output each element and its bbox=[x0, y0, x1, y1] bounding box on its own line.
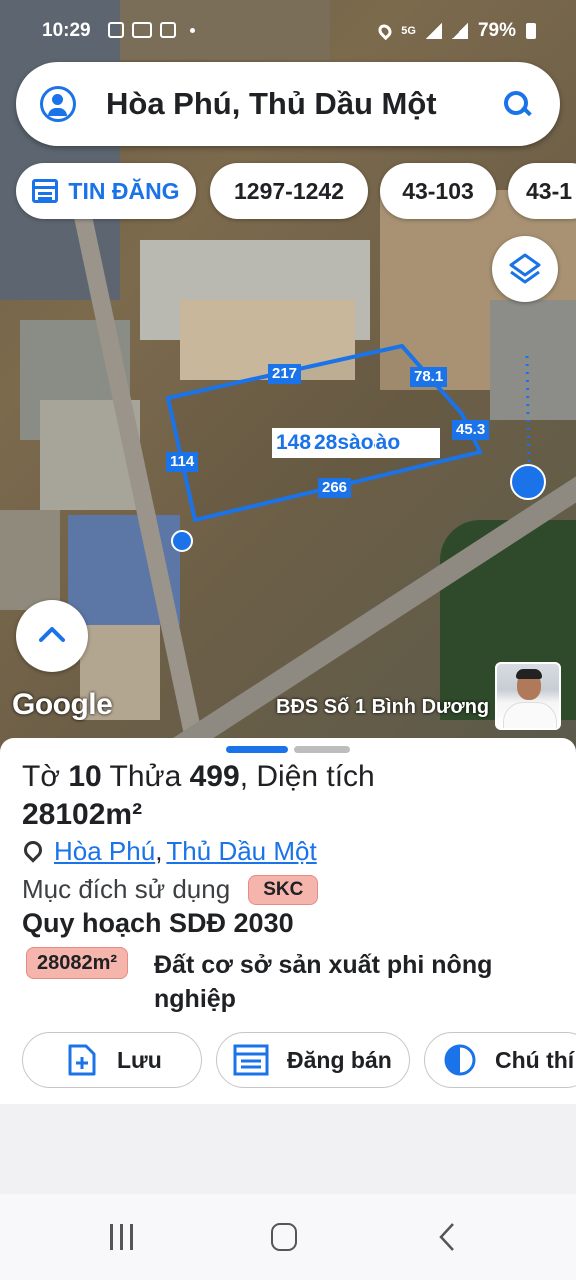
layers-button[interactable] bbox=[492, 236, 558, 302]
ward-link[interactable]: Hòa Phú bbox=[54, 836, 155, 867]
sheet-handle-inactive[interactable] bbox=[294, 746, 350, 753]
edge-length-left: 114 bbox=[166, 452, 199, 472]
network-label: 5G bbox=[401, 25, 416, 37]
save-button[interactable]: Lưu bbox=[22, 1032, 202, 1088]
legend-label: Chú thí bbox=[495, 1046, 575, 1073]
parcel-area-label: 148 sào 28sào bbox=[272, 428, 440, 458]
parcel-area: 28102m² bbox=[22, 798, 143, 831]
location-pin-icon bbox=[24, 841, 42, 863]
parcel-label-sao: 28sào bbox=[314, 428, 374, 458]
plan-area-badge: 28082m² bbox=[26, 947, 129, 979]
watermark-text: BĐS Số 1 Bình Dương bbox=[276, 696, 490, 718]
dot-icon bbox=[190, 28, 195, 33]
location-separator: , bbox=[155, 836, 163, 866]
parcel-info-sheet[interactable]: Tờ 10 Thửa 499, Diện tích 28102m² Hòa Ph… bbox=[0, 738, 576, 1104]
edge-length-bottom: 266 bbox=[318, 478, 352, 498]
listing-icon bbox=[233, 1044, 269, 1076]
google-logo: Google bbox=[12, 688, 113, 721]
parcel-location: Hòa Phú , Thủ Dầu Một bbox=[24, 836, 317, 867]
sheet-number: 10 bbox=[68, 760, 102, 793]
battery-percent: 79% bbox=[477, 20, 516, 41]
chip-1297-1242[interactable]: 1297-1242 bbox=[210, 163, 368, 219]
chip-43-1[interactable]: 43-1 bbox=[508, 163, 576, 219]
purpose-label: Mục đích sử dụng bbox=[22, 874, 231, 904]
title-suffix: , Diện tích bbox=[239, 760, 375, 793]
chip-label: TIN ĐĂNG bbox=[68, 177, 180, 204]
edge-length-top-right: 78.1 bbox=[410, 367, 448, 387]
post-label: Đăng bán bbox=[287, 1046, 392, 1073]
save-file-icon bbox=[68, 1044, 96, 1076]
battery-icon bbox=[526, 23, 536, 39]
parcel-label-number: 148 bbox=[276, 431, 312, 454]
search-query[interactable]: Hòa Phú, Thủ Dầu Một bbox=[106, 86, 502, 122]
avatar-shirt bbox=[503, 702, 557, 728]
plan-land-type: Đất cơ sở sản xuất phi nông nghiệp bbox=[154, 951, 493, 1013]
location-icon bbox=[376, 21, 395, 41]
sheet-handle-active[interactable] bbox=[226, 746, 288, 753]
voicemail-icon bbox=[132, 22, 152, 38]
avatar[interactable] bbox=[495, 662, 561, 730]
home-button[interactable] bbox=[271, 1223, 297, 1251]
avatar-hair bbox=[516, 669, 542, 679]
listing-icon bbox=[32, 179, 59, 203]
status-right: 5G 79% bbox=[376, 20, 536, 42]
chevron-up-icon bbox=[39, 627, 65, 642]
district-link[interactable]: Thủ Dầu Một bbox=[166, 836, 316, 867]
recent-apps-button[interactable] bbox=[110, 1224, 136, 1250]
gallery-icon bbox=[108, 22, 124, 38]
measure-handle[interactable] bbox=[510, 464, 546, 500]
signal-icon bbox=[425, 23, 442, 39]
edge-length-top: 217 bbox=[268, 364, 302, 384]
search-icon[interactable] bbox=[502, 89, 532, 119]
contrast-icon bbox=[444, 1044, 476, 1076]
lot-number: 499 bbox=[189, 760, 240, 793]
search-bar[interactable]: Hòa Phú, Thủ Dầu Một bbox=[16, 62, 560, 146]
expand-up-button[interactable] bbox=[16, 600, 88, 672]
status-bar: 10:29 5G 79% bbox=[0, 14, 576, 50]
purpose-code-badge: SKC bbox=[248, 874, 319, 905]
plan-area: 28082m² bbox=[26, 947, 129, 979]
account-icon[interactable] bbox=[40, 86, 76, 122]
status-time: 10:29 bbox=[42, 20, 91, 41]
system-nav-bar bbox=[0, 1194, 576, 1280]
parcel-title: Tờ 10 Thửa 499, Diện tích 28102m² bbox=[22, 758, 442, 834]
title-prefix: Tờ bbox=[22, 760, 69, 793]
save-label: Lưu bbox=[117, 1046, 162, 1073]
legend-button[interactable]: Chú thí bbox=[424, 1032, 576, 1088]
post-for-sale-button[interactable]: Đăng bán bbox=[216, 1032, 410, 1088]
land-purpose: Mục đích sử dụng SKC bbox=[22, 874, 319, 905]
chip-43-103[interactable]: 43-103 bbox=[380, 163, 496, 219]
title-mid: Thửa bbox=[101, 760, 190, 793]
location-dot bbox=[171, 530, 193, 552]
chip-tin-dang[interactable]: TIN ĐĂNG bbox=[16, 163, 196, 219]
layers-icon bbox=[509, 253, 541, 284]
edge-length-right: 45.3 bbox=[452, 420, 490, 440]
plan-title: Quy hoạch SDĐ 2030 bbox=[22, 908, 294, 938]
signal-icon bbox=[451, 23, 468, 39]
zalo-icon bbox=[160, 22, 176, 38]
back-icon[interactable] bbox=[438, 1222, 456, 1252]
chip-label: 43-1 bbox=[526, 177, 573, 204]
